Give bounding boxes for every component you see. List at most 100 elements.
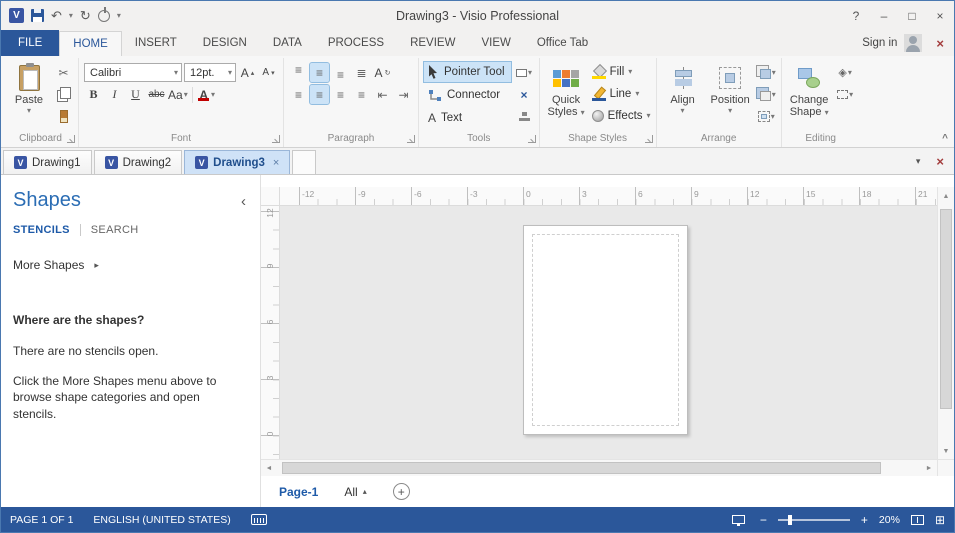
tab-file[interactable]: FILE xyxy=(1,30,60,56)
collapse-ribbon-icon[interactable]: ^ xyxy=(942,133,948,144)
copy-button[interactable] xyxy=(54,85,73,104)
redo-icon[interactable]: ↻ xyxy=(80,8,91,24)
scroll-up-button[interactable]: ▲ xyxy=(937,187,954,206)
sign-in-button[interactable]: Sign in xyxy=(862,34,930,56)
font-color-button[interactable]: A ▾ xyxy=(197,85,216,104)
font-family-select[interactable]: Calibri ▾ xyxy=(84,63,182,82)
horizontal-scroll-thumb[interactable] xyxy=(282,462,881,474)
text-direction-button[interactable]: A ↻ xyxy=(373,63,392,82)
format-painter-button[interactable] xyxy=(54,107,73,126)
align-left-button[interactable]: ≡ xyxy=(289,85,308,104)
close-drawing-icon[interactable]: × xyxy=(936,154,944,169)
change-shape-button[interactable]: Change Shape ▾ xyxy=(787,60,832,121)
doc-tab-drawing3[interactable]: V Drawing3 × xyxy=(184,150,291,174)
zoom-slider-thumb[interactable] xyxy=(787,514,792,525)
bullets-button[interactable]: ≣ xyxy=(352,63,371,82)
text-tool-button[interactable]: A Text xyxy=(424,108,511,128)
all-pages-dropdown[interactable]: All ▴ xyxy=(344,485,366,499)
rectangle-tool-button[interactable]: ▾ xyxy=(515,63,534,82)
doc-tab-drawing1[interactable]: V Drawing1 xyxy=(3,150,92,174)
tools-dialog-launcher-icon[interactable] xyxy=(527,135,536,143)
grow-font-button[interactable]: A ▴ xyxy=(238,63,257,82)
connection-point-button[interactable]: × xyxy=(515,85,534,104)
align-middle-button[interactable]: ≡ xyxy=(309,62,330,83)
font-dialog-launcher-icon[interactable] xyxy=(272,135,280,143)
italic-button[interactable]: I xyxy=(105,85,124,104)
more-shapes-menu[interactable]: More Shapes ▸ xyxy=(13,258,246,272)
decrease-indent-button[interactable]: ⇤ xyxy=(373,85,392,104)
paragraph-dialog-launcher-icon[interactable] xyxy=(407,135,415,143)
fill-button[interactable]: Fill ▾ xyxy=(591,62,651,81)
page-tab-page1[interactable]: Page-1 xyxy=(279,485,318,499)
vertical-scroll-track[interactable] xyxy=(938,206,954,444)
layers-button[interactable]: ◈ ▾ xyxy=(836,63,855,82)
align-center-button[interactable]: ≡ xyxy=(309,84,330,105)
align-top-button[interactable]: ≡ xyxy=(289,63,308,82)
zoom-in-button[interactable]: + xyxy=(861,514,868,526)
vertical-scrollbar[interactable]: ▼ xyxy=(937,206,954,459)
tab-insert[interactable]: INSERT xyxy=(122,31,190,56)
bring-forward-button[interactable]: ▾ xyxy=(757,63,776,82)
help-icon[interactable]: ? xyxy=(842,1,870,30)
change-case-button[interactable]: Aa ▾ xyxy=(168,85,188,104)
presentation-mode-icon[interactable] xyxy=(731,515,745,526)
zoom-out-button[interactable]: − xyxy=(760,514,767,526)
justify-button[interactable]: ≡ xyxy=(352,85,371,104)
tab-design[interactable]: DESIGN xyxy=(190,31,260,56)
whole-page-icon[interactable]: ⊞ xyxy=(935,513,945,527)
visio-logo-icon[interactable]: V xyxy=(9,8,24,23)
vertical-scroll-thumb[interactable] xyxy=(940,209,952,409)
insert-page-button[interactable]: + xyxy=(392,483,410,500)
align-button[interactable]: Align ▾ xyxy=(662,60,704,117)
zoom-slider[interactable] xyxy=(777,514,850,525)
font-size-select[interactable]: 12pt. ▾ xyxy=(184,63,236,82)
tab-process[interactable]: PROCESS xyxy=(315,31,397,56)
tab-view[interactable]: VIEW xyxy=(468,31,523,56)
status-language[interactable]: ENGLISH (UNITED STATES) xyxy=(93,514,230,526)
maximize-icon[interactable]: □ xyxy=(898,1,926,30)
minimize-icon[interactable]: – xyxy=(870,1,898,30)
drawing-page[interactable] xyxy=(523,225,688,435)
fit-page-icon[interactable] xyxy=(910,514,924,525)
zoom-level[interactable]: 20% xyxy=(879,514,900,526)
close-tab-icon[interactable]: × xyxy=(273,157,279,169)
align-right-button[interactable]: ≡ xyxy=(331,85,350,104)
doc-tab-stub[interactable] xyxy=(292,150,317,174)
tab-stencils[interactable]: STENCILS xyxy=(13,224,70,236)
doc-tab-drawing2[interactable]: V Drawing2 xyxy=(93,150,183,174)
line-button[interactable]: Line ▾ xyxy=(591,84,651,103)
bold-button[interactable]: B xyxy=(84,85,103,104)
scroll-right-button[interactable]: ► xyxy=(921,460,937,476)
tab-data[interactable]: DATA xyxy=(260,31,315,56)
touch-mode-icon[interactable] xyxy=(97,6,110,22)
status-page-info[interactable]: PAGE 1 OF 1 xyxy=(10,514,73,526)
tab-home[interactable]: HOME xyxy=(59,31,122,56)
undo-icon[interactable]: ↶ xyxy=(51,8,62,24)
strikethrough-button[interactable]: abc xyxy=(147,85,166,104)
position-button[interactable]: Position ▾ xyxy=(708,60,753,117)
horizontal-scroll-track[interactable] xyxy=(277,460,921,476)
horizontal-scrollbar[interactable]: ◄ ► xyxy=(261,459,954,476)
paste-button[interactable]: Paste ▾ xyxy=(8,60,50,117)
paste-dropdown-icon[interactable]: ▾ xyxy=(27,106,31,115)
close-icon[interactable]: × xyxy=(926,1,954,30)
connector-tool-button[interactable]: Connector xyxy=(424,85,511,105)
clipboard-dialog-launcher-icon[interactable] xyxy=(67,135,75,143)
stamp-tool-button[interactable] xyxy=(515,107,534,126)
shape-styles-dialog-launcher-icon[interactable] xyxy=(644,135,653,143)
send-backward-button[interactable]: ▾ xyxy=(757,85,776,104)
customize-qat-icon[interactable]: ▾ xyxy=(117,11,121,20)
close-document-icon[interactable]: × xyxy=(930,36,954,56)
underline-button[interactable]: U xyxy=(126,85,145,104)
undo-dropdown-icon[interactable]: ▾ xyxy=(69,11,73,20)
tab-search[interactable]: SEARCH xyxy=(91,224,139,236)
save-icon[interactable] xyxy=(31,9,44,22)
cut-button[interactable]: ✂ xyxy=(54,63,73,82)
pointer-tool-button[interactable]: Pointer Tool xyxy=(423,61,512,83)
scroll-left-button[interactable]: ◄ xyxy=(261,460,277,476)
increase-indent-button[interactable]: ⇥ xyxy=(394,85,413,104)
keyboard-icon[interactable] xyxy=(250,514,267,525)
tab-list-dropdown-icon[interactable]: ▾ xyxy=(916,156,921,167)
effects-button[interactable]: Effects ▾ xyxy=(591,106,651,125)
quick-styles-button[interactable]: Quick Styles ▾ xyxy=(545,60,588,121)
